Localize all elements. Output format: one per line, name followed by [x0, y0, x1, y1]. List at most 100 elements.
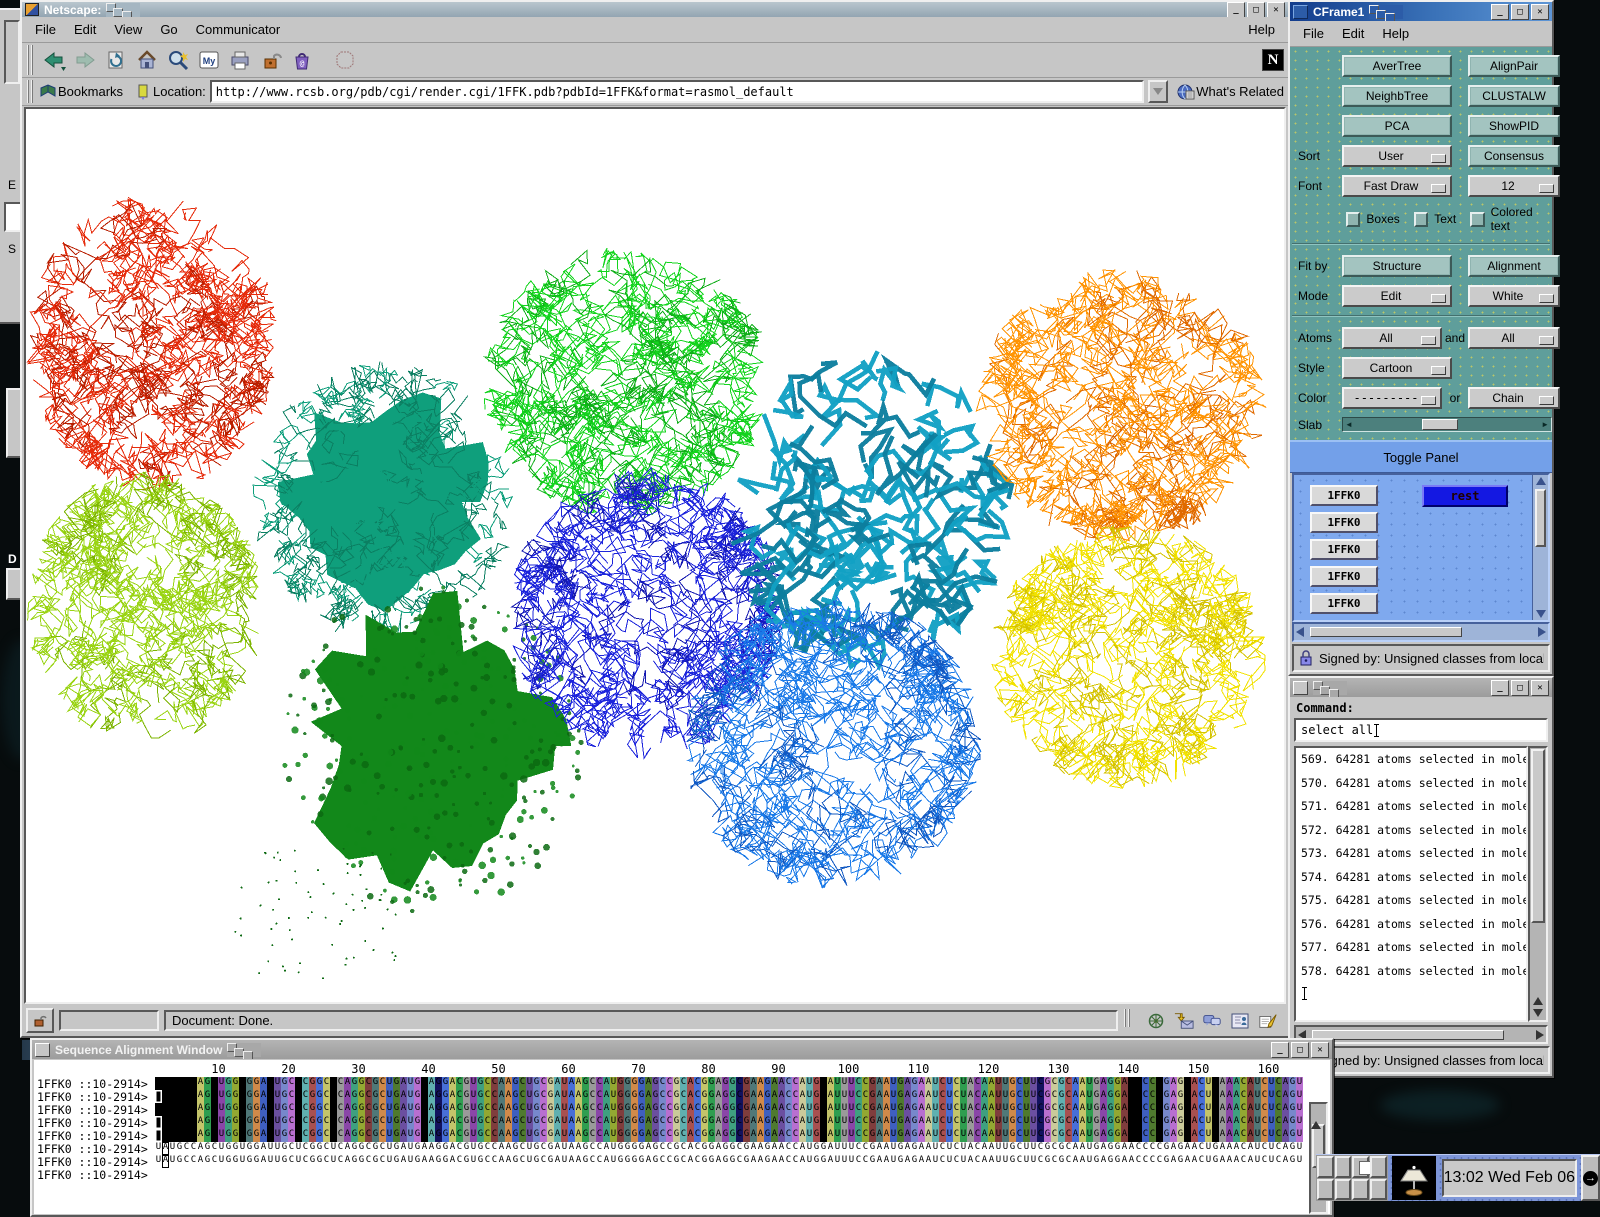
location-dropdown-button[interactable] — [1148, 80, 1168, 103]
molecule-red[interactable] — [27, 197, 276, 490]
color-by-option-menu[interactable]: Chain — [1468, 387, 1560, 409]
structure-toggle-2[interactable]: 1FFK0 — [1310, 539, 1378, 560]
mynetscape-icon[interactable]: My — [195, 47, 222, 74]
close-button[interactable]: ✕ — [1531, 680, 1549, 696]
rest-toggle-button[interactable]: rest — [1422, 485, 1508, 507]
pager-button-6[interactable] — [1352, 1179, 1369, 1201]
structure-toggle-3[interactable]: 1FFK0 — [1310, 566, 1378, 587]
minimize-button[interactable]: _ — [1271, 1042, 1289, 1058]
molecule-green[interactable] — [485, 248, 763, 518]
taskbar-clock[interactable]: 13:02 Wed Feb 06 — [1442, 1159, 1577, 1197]
boxes-checkbox[interactable] — [1346, 212, 1360, 227]
whats-related-label[interactable]: What's Related — [1196, 84, 1284, 99]
alignpair-button[interactable]: AlignPair — [1468, 55, 1560, 77]
menu-view[interactable]: View — [105, 19, 151, 40]
bookmarks-label[interactable]: Bookmarks — [58, 84, 123, 99]
slab-slider-thumb[interactable] — [1422, 419, 1458, 430]
color-option-menu[interactable]: --------- — [1342, 387, 1442, 409]
navigator-icon[interactable] — [1146, 1012, 1166, 1030]
menu-file[interactable]: File — [26, 19, 65, 40]
menu-go[interactable]: Go — [151, 19, 186, 40]
window-menu-icon[interactable] — [35, 1043, 50, 1057]
pager-button-2[interactable] — [1352, 1156, 1369, 1178]
desk-lamp-icon[interactable] — [1392, 1156, 1436, 1200]
font-size-option-menu[interactable]: 12 — [1468, 175, 1560, 197]
security-icon[interactable] — [257, 47, 284, 74]
structure-toggle-1[interactable]: 1FFK0 — [1310, 512, 1378, 533]
structure-toggle-0[interactable]: 1FFK0 — [1310, 485, 1378, 506]
background-option-menu[interactable]: White — [1468, 285, 1560, 307]
neighbtree-button[interactable]: NeighbTree — [1342, 85, 1452, 107]
showpid-button[interactable]: ShowPID — [1468, 115, 1560, 137]
netscape-logo[interactable]: N — [1262, 49, 1284, 71]
font-option-menu[interactable]: Fast Draw — [1342, 175, 1452, 197]
pager-button-5[interactable] — [1335, 1179, 1352, 1201]
sort-option-menu[interactable]: User — [1342, 145, 1452, 167]
pager-button-1[interactable] — [1335, 1156, 1352, 1178]
toggle-panel-horizontal-scrollbar[interactable] — [1292, 622, 1550, 642]
colored-text-checkbox[interactable] — [1470, 212, 1484, 227]
minimize-button[interactable]: _ — [1227, 2, 1245, 17]
alignment-titlebar[interactable]: Sequence Alignment Window _ □ ✕ — [32, 1040, 1332, 1059]
maximize-button[interactable]: □ — [1511, 4, 1529, 20]
maximize-button[interactable]: □ — [1247, 2, 1265, 17]
search-icon[interactable] — [164, 47, 191, 74]
stop-icon[interactable] — [331, 47, 358, 74]
location-input[interactable]: http://www.rcsb.org/pdb/cgi/render.cgi/1… — [210, 80, 1144, 103]
mode-option-menu[interactable]: Edit — [1342, 285, 1452, 307]
menu-help[interactable]: Help — [1373, 23, 1418, 44]
molecule-yellowgreen[interactable] — [28, 472, 259, 738]
structure-toggle-4[interactable]: 1FFK0 — [1310, 593, 1378, 614]
menu-edit[interactable]: Edit — [65, 19, 105, 40]
forward-icon[interactable] — [71, 47, 98, 74]
toolbar-grip[interactable] — [27, 45, 35, 75]
molecule-yellow[interactable] — [992, 526, 1265, 788]
clustalw-button[interactable]: CLUSTALW — [1468, 85, 1560, 107]
maximize-button[interactable]: □ — [1511, 680, 1529, 696]
style-option-menu[interactable]: Cartoon — [1342, 357, 1452, 379]
whats-related-globe-icon[interactable] — [1176, 83, 1196, 101]
reload-icon[interactable] — [102, 47, 129, 74]
shop-icon[interactable]: @ — [288, 47, 315, 74]
minimize-button[interactable]: _ — [1491, 680, 1509, 696]
text-checkbox[interactable] — [1414, 212, 1428, 227]
composer-icon[interactable] — [1258, 1012, 1278, 1030]
atoms-option-menu-1[interactable]: All — [1342, 327, 1442, 349]
pager-button-3[interactable] — [1370, 1156, 1387, 1178]
rasmol-structure-canvas[interactable] — [26, 109, 1274, 1004]
close-button[interactable]: ✕ — [1311, 1042, 1329, 1058]
command-output[interactable]: 569. 64281 atoms selected in molecule 05… — [1294, 746, 1528, 1022]
alignment-canvas[interactable]: 102030405060708090100110120130140150160 … — [34, 1060, 1330, 1214]
home-icon[interactable] — [133, 47, 160, 74]
addressbook-icon[interactable] — [1230, 1012, 1250, 1030]
close-button[interactable]: ✕ — [1531, 4, 1549, 20]
discussions-icon[interactable] — [1202, 1012, 1222, 1030]
window-menu-icon[interactable] — [1293, 681, 1308, 695]
toggle-panel-vertical-scrollbar[interactable] — [1532, 475, 1548, 620]
scrollbar-thumb[interactable] — [1312, 1030, 1504, 1040]
atoms-option-menu-2[interactable]: All — [1468, 327, 1560, 349]
scrollbar-thumb[interactable] — [1310, 627, 1462, 637]
slab-slider[interactable]: ◄► — [1342, 417, 1552, 432]
menu-communicator[interactable]: Communicator — [187, 19, 290, 40]
consensus-button[interactable]: Consensus — [1468, 145, 1560, 167]
back-icon[interactable] — [40, 47, 67, 74]
netscape-titlebar[interactable]: Netscape: _ □ ✕ — [22, 2, 1288, 17]
cframe1-titlebar[interactable]: CFrame1 _ □ ✕ — [1290, 2, 1552, 21]
location-grip[interactable] — [27, 80, 35, 103]
fit-structure-button[interactable]: Structure — [1342, 255, 1452, 277]
mail-icon[interactable] — [1174, 1012, 1194, 1030]
menu-edit[interactable]: Edit — [1333, 23, 1373, 44]
avertree-button[interactable]: AverTree — [1342, 55, 1452, 77]
close-button[interactable]: ✕ — [1267, 2, 1285, 17]
pager-button-4[interactable] — [1317, 1179, 1334, 1201]
window-menu-icon[interactable] — [25, 3, 39, 16]
component-bar-grip[interactable] — [1124, 1009, 1132, 1027]
pager-button-7[interactable] — [1370, 1179, 1387, 1201]
menu-file[interactable]: File — [1294, 23, 1333, 44]
security-lock-icon[interactable] — [26, 1008, 54, 1033]
output-vertical-scrollbar[interactable] — [1528, 746, 1548, 1022]
molecule-orange[interactable] — [976, 270, 1266, 543]
minimize-button[interactable]: _ — [1491, 4, 1509, 20]
maximize-button[interactable]: □ — [1291, 1042, 1309, 1058]
